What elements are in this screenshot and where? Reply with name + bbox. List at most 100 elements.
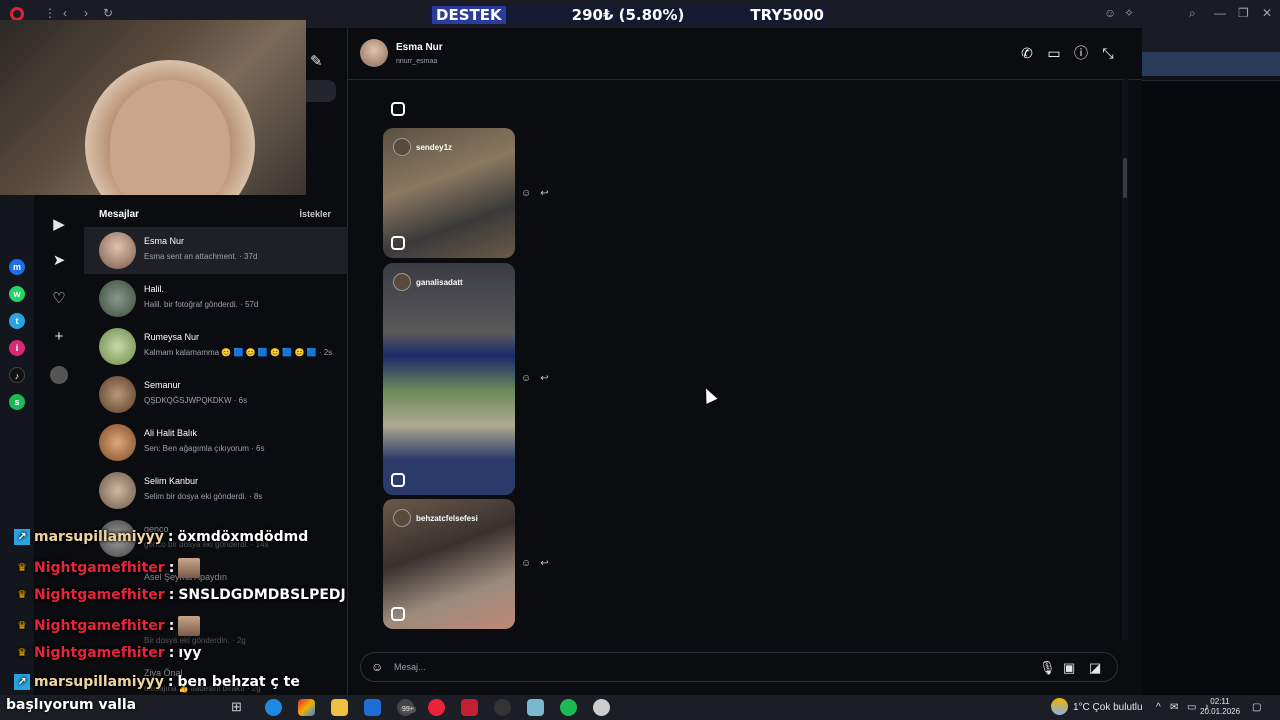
phone-icon[interactable]: ✆ [1018, 44, 1036, 62]
search-icon[interactable]: ⌕ [1189, 6, 1196, 21]
requests-link[interactable]: İstekler [299, 209, 331, 219]
owner-avatar [393, 273, 411, 291]
conversation-preview: Selim bir dosya eki gönderdi. · 8s [144, 492, 263, 501]
collapse-icon[interactable]: ⤡ [1099, 44, 1117, 62]
reload-icon[interactable]: ↻ [103, 6, 113, 20]
app-icon[interactable] [593, 699, 610, 716]
reel-owner: ganalisadatt [393, 273, 463, 291]
tray-chevron-icon[interactable]: ^ [1156, 702, 1161, 713]
chat-emote [178, 558, 201, 578]
reel-icon [391, 607, 405, 621]
stream-chat-overlay: ↗ marsupillamiyyy: öxmdöxmdödmd ♛ Nightg… [0, 526, 348, 696]
chat-name[interactable]: Esma Nur [396, 42, 443, 53]
tiktok-icon[interactable]: ♪ [9, 367, 25, 383]
scroll-thumb[interactable] [1123, 158, 1127, 198]
conversation-item[interactable]: Semanur QŞDKQĞSJWPQKDKW · 6s [84, 371, 348, 418]
obs-icon[interactable] [494, 699, 511, 716]
clock[interactable]: 02:11 20.01.2026 [1200, 697, 1240, 717]
conversation-name: Ali Halit Balık [144, 428, 198, 438]
donation-banner: DESTEK 290₺ (5.80%) TRY5000 [428, 5, 828, 24]
spotify-icon[interactable]: s [9, 394, 25, 410]
outlook-icon[interactable] [364, 699, 381, 716]
conversation-name: Rumeysa Nur [144, 332, 200, 342]
avatar [99, 472, 136, 509]
reels-icon[interactable]: ▶ [50, 216, 68, 234]
conversation-item[interactable]: Esma Nur Esma sent an attachment. · 37d [84, 227, 348, 274]
owner-avatar [393, 509, 411, 527]
maximize-icon[interactable]: ❐ [1238, 6, 1249, 20]
app-badge: 99+ [400, 706, 416, 713]
chat-scrollbar[interactable] [1122, 78, 1128, 640]
streamer-app-icon[interactable] [461, 699, 478, 716]
avatar [99, 376, 136, 413]
explorer-icon[interactable] [331, 699, 348, 716]
opera-icon[interactable] [428, 699, 445, 716]
store-icon[interactable] [298, 699, 315, 716]
forward-icon[interactable]: › [84, 6, 88, 20]
chat-pane: Esma Nur nnurr_esmaa ✆ ▭ ⓘ ⤡ sendey1z ☺ ↩… [348, 28, 1142, 695]
messages-icon[interactable]: ➤ [50, 252, 68, 270]
react-icon[interactable]: ☺ [521, 373, 531, 384]
task-view-icon[interactable]: ⊞ [231, 699, 248, 716]
message-composer[interactable]: ☺ Mesaj... 🎙 ▣ ◪ [360, 652, 1118, 682]
owner-name: ganalisadatt [416, 277, 463, 287]
webcam-feed [0, 20, 306, 195]
pin-icon[interactable]: ✧ [1124, 6, 1134, 20]
close-icon[interactable]: ✕ [1262, 6, 1272, 20]
react-icon[interactable]: ☺ [521, 188, 531, 199]
profile-avatar[interactable] [50, 366, 68, 384]
notifications-icon[interactable]: ♡ [50, 290, 68, 308]
reel-card[interactable]: ganalisadatt [383, 263, 515, 495]
avatar [99, 280, 136, 317]
sticker-icon[interactable]: ◪ [1089, 660, 1101, 676]
chat-colon: : [167, 674, 174, 690]
conversation-item[interactable]: Rumeysa Nur Kalmam kalamamma 😊 🟦 😊 🟦 😊 🟦… [84, 323, 348, 370]
menu-icon[interactable]: ⋮ [44, 6, 56, 20]
compose-icon[interactable]: ✎ [310, 52, 323, 70]
reply-icon[interactable]: ↩ [540, 373, 548, 384]
message-input[interactable]: Mesaj... [394, 662, 426, 672]
microphone-icon[interactable]: 🎙 [1039, 660, 1056, 676]
minimize-icon[interactable]: — [1214, 6, 1226, 20]
emoji-icon[interactable]: ☺ [371, 660, 383, 674]
chat-user: Nightgamefhiter [34, 587, 165, 603]
instagram-icon[interactable]: i [9, 340, 25, 356]
chat-colon: : [168, 587, 175, 603]
chat-message: ben behzat ç te [177, 674, 300, 690]
spotify-taskbar-icon[interactable] [560, 699, 577, 716]
chat-colon: : [168, 618, 175, 634]
notification-center-icon[interactable]: ▢ [1252, 702, 1261, 713]
chat-avatar[interactable] [360, 39, 388, 67]
notepad-icon[interactable] [527, 699, 544, 716]
conversation-item[interactable]: Ali Halit Balık Sen: Ben ağagımla çıkıyo… [84, 419, 348, 466]
telegram-icon[interactable]: t [9, 313, 25, 329]
reel-card[interactable] [383, 80, 515, 124]
back-icon[interactable]: ‹ [63, 6, 67, 20]
emoji-icon[interactable]: ☺ [1104, 6, 1116, 20]
network-icon[interactable]: ▭ [1187, 702, 1196, 713]
stream-subtitle: başlıyorum valla [6, 697, 137, 713]
messenger-icon[interactable]: m [9, 259, 25, 275]
conversation-preview: Halil. bir fotoğraf gönderdi. · 57d [144, 300, 259, 309]
weather-text[interactable]: 1°C Çok bulutlu [1073, 702, 1143, 713]
image-icon[interactable]: ▣ [1063, 660, 1075, 676]
reply-icon[interactable]: ↩ [540, 188, 548, 199]
react-icon[interactable]: ☺ [521, 558, 531, 569]
edge-icon[interactable] [265, 699, 282, 716]
reel-card[interactable]: sendey1z [383, 128, 515, 258]
chat-emote [178, 616, 201, 636]
tray-icon[interactable]: ✉ [1170, 702, 1178, 713]
conversation-item[interactable]: Selim Kanbur Selim bir dosya eki gönderd… [84, 467, 348, 514]
conversation-name: Esma Nur [144, 236, 185, 246]
chat-line: ♛ Nightgamefhiter: [14, 616, 201, 636]
info-icon[interactable]: ⓘ [1072, 44, 1090, 62]
reel-card[interactable]: behzatcfelsefesi [383, 499, 515, 629]
opera-logo-icon[interactable] [10, 7, 24, 21]
create-icon[interactable]: + [50, 328, 68, 346]
conversation-item[interactable]: Halil. Halil. bir fotoğraf gönderdi. · 5… [84, 275, 348, 322]
weather-icon[interactable] [1051, 698, 1068, 715]
video-icon[interactable]: ▭ [1045, 44, 1063, 62]
whatsapp-icon[interactable]: w [9, 286, 25, 302]
reply-icon[interactable]: ↩ [540, 558, 548, 569]
chat-line: ♛ Nightgamefhiter: [14, 558, 201, 578]
